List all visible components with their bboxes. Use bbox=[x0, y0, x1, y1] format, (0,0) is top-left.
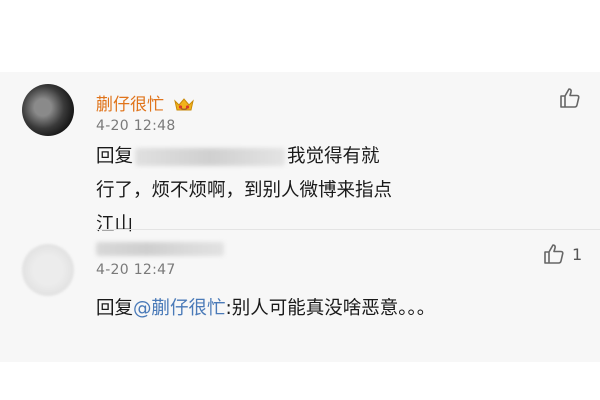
top-margin bbox=[0, 0, 600, 72]
bottom-margin bbox=[0, 362, 600, 400]
username[interactable]: 蒯仔很忙 bbox=[96, 90, 195, 115]
comment-body: :别人可能真没啥恶意。。。 bbox=[225, 298, 436, 319]
comment-text: 回复@蒯仔很忙:别人可能真没啥恶意。。。 bbox=[96, 292, 536, 326]
crown-emoji-icon bbox=[173, 96, 195, 114]
redacted-mention bbox=[135, 148, 286, 166]
comment-text: 回复 我觉得有就行了，烦不烦啊，到别人微博来指点江山 bbox=[96, 140, 396, 242]
like-button[interactable] bbox=[558, 86, 588, 110]
like-count: 1 bbox=[572, 244, 583, 264]
comment-item: 4-20 12:47 回复@蒯仔很忙:别人可能真没啥恶意。。。 1 bbox=[0, 230, 600, 362]
redacted-username bbox=[96, 242, 224, 256]
thumbs-up-icon bbox=[560, 88, 580, 108]
avatar[interactable] bbox=[22, 244, 74, 296]
like-button[interactable]: 1 bbox=[542, 242, 582, 266]
avatar[interactable] bbox=[22, 84, 74, 136]
reply-prefix: 回复 bbox=[96, 298, 134, 319]
thumbs-up-icon bbox=[544, 244, 564, 264]
reply-prefix: 回复 bbox=[96, 146, 134, 167]
comment-timestamp: 4-20 12:48 bbox=[96, 118, 176, 134]
comment-item: 蒯仔很忙 4-20 12:48 回复 我觉得有就行了，烦不烦啊，到别人微博来指点江… bbox=[0, 72, 600, 235]
comment-list: 蒯仔很忙 4-20 12:48 回复 我觉得有就行了，烦不烦啊，到别人微博来指点江… bbox=[0, 72, 600, 362]
mention-link[interactable]: @蒯仔很忙 bbox=[133, 298, 226, 319]
comment-timestamp: 4-20 12:47 bbox=[96, 262, 176, 278]
username-text[interactable]: 蒯仔很忙 bbox=[96, 95, 164, 115]
